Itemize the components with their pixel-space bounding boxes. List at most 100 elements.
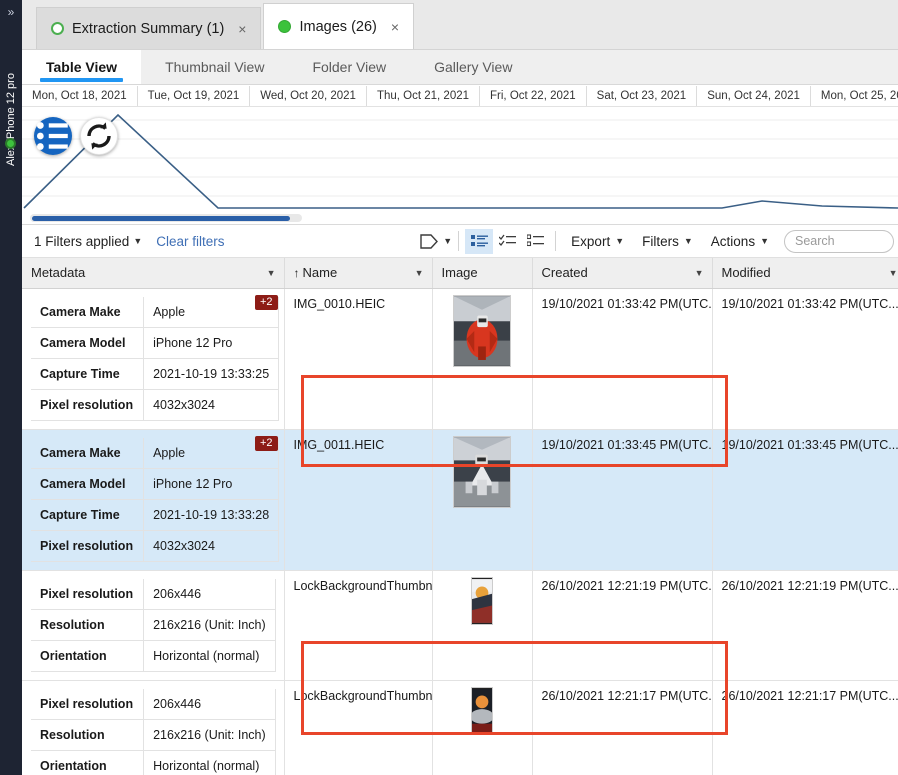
close-icon[interactable]: × [238,21,246,37]
list-compact-glyph [526,233,544,246]
table-body: Camera Make Apple Camera Model iPhone 12 P… [22,288,898,775]
chart-line-series [23,113,898,209]
refresh-button[interactable] [80,117,118,155]
tab-label: Thumbnail View [165,59,265,75]
cell-created: 19/10/2021 01:33:42 PM(UTC... [532,288,713,430]
date-tick: Sun, Oct 24, 2021 [697,85,811,106]
column-header-modified[interactable]: Modified ▼ [712,258,898,289]
metadata-more-badge[interactable]: +2 [254,294,278,310]
cell-image[interactable] [432,680,533,775]
chevron-down-icon: ▼ [133,236,143,246]
column-label: Image [441,265,478,281]
filters-applied-dropdown[interactable]: 1 Filters applied ▼ [34,234,142,249]
column-label: Name [302,265,338,281]
table-row[interactable]: Camera Make Apple Camera Model iPhone 12 P… [22,288,898,430]
chevron-down-icon[interactable]: ▼ [889,268,898,278]
list-view-button[interactable] [34,117,72,155]
window-tabbar: Extraction Summary (1) × Images (26) × [22,0,898,50]
metadata-value: 206x446 [143,578,276,610]
metadata-key: Orientation [31,750,145,775]
table-row[interactable]: Pixel resolution 206x446 Resolution 216x21… [22,570,898,681]
cell-name: LockBackgroundThumbn... [284,570,433,681]
status-dot-icon [51,22,64,35]
filters-menu-button[interactable]: Filters ▼ [633,234,702,249]
close-icon[interactable]: × [391,19,399,35]
cell-modified: 19/10/2021 01:33:45 PM(UTC... [712,429,898,571]
chevron-down-icon: ▼ [615,236,625,246]
date-tick: Fri, Oct 22, 2021 [480,85,587,106]
column-header-metadata[interactable]: Metadata ▼ [22,258,285,289]
filters-label: Filters [642,233,679,249]
cell-name: LockBackgroundThumbn... [284,680,433,775]
chevron-down-icon[interactable]: ▼ [267,268,276,278]
list-check-view-icon[interactable] [493,229,521,254]
timeline-horizontal-scrollbar[interactable] [30,214,302,222]
tab-images[interactable]: Images (26) × [263,3,415,49]
toolbar-divider [555,231,557,251]
metadata-key: Orientation [31,640,145,672]
metadata-key: Pixel resolution [31,688,145,720]
actions-menu-button[interactable]: Actions ▼ [702,234,778,249]
search-box[interactable] [784,229,894,253]
tab-label: Extraction Summary (1) [72,20,225,37]
column-header-name[interactable]: ↑ Name ▼ [284,258,433,289]
metadata-value: 206x446 [143,688,276,720]
date-tick: Wed, Oct 20, 2021 [250,85,367,106]
chevron-down-icon[interactable]: ▼ [695,268,704,278]
metadata-key: Camera Model [31,327,145,359]
thumbnail-wallpaper-a [471,576,493,625]
table-row[interactable]: Camera Make Apple Camera Model iPhone 12 P… [22,429,898,571]
cell-created: 19/10/2021 01:33:45 PM(UTC... [532,429,713,571]
tab-gallery-view[interactable]: Gallery View [410,50,536,84]
tab-table-view[interactable]: Table View [22,50,142,84]
cell-created: 26/10/2021 12:21:17 PM(UTC... [532,680,713,775]
cell-created: 26/10/2021 12:21:19 PM(UTC... [532,570,713,681]
status-dot-icon [278,20,292,33]
list-detail-view-icon[interactable] [465,228,494,254]
date-tick: Thu, Oct 21, 2021 [367,85,481,106]
main-panel: Extraction Summary (1) × Images (26) × T… [22,0,898,775]
tab-folder-view[interactable]: Folder View [288,50,410,84]
metadata-key: Resolution [31,719,145,751]
tab-thumbnail-view[interactable]: Thumbnail View [141,50,288,84]
metadata-more-badge[interactable]: +2 [254,435,278,451]
tag-icon[interactable] [415,229,443,254]
actions-label: Actions [710,233,756,249]
sort-ascending-icon: ↑ [293,266,300,281]
chevron-down-icon: ▼ [760,236,769,246]
timeline-date-ruler: Mon, Oct 18, 2021 Tue, Oct 19, 2021 Wed,… [22,85,898,107]
chevron-down-icon: ▼ [683,236,693,246]
tag-glyph [420,233,438,249]
metadata-value: 216x216 (Unit: Inch) [143,719,276,751]
timeline-chart[interactable] [22,107,898,225]
cell-modified: 19/10/2021 01:33:42 PM(UTC... [712,288,898,430]
tab-label: Table View [46,59,118,75]
chevron-down-icon[interactable]: ▼ [415,268,424,278]
tab-extraction-summary[interactable]: Extraction Summary (1) × [36,7,262,49]
table-toolbar: 1 Filters applied ▼ Clear filters ▼ Expo… [22,225,898,258]
cell-image[interactable] [432,288,533,430]
export-menu-button[interactable]: Export ▼ [562,234,633,249]
cell-name: IMG_0011.HEIC [284,429,433,571]
metadata-value: 216x216 (Unit: Inch) [143,609,276,641]
table-row[interactable]: Pixel resolution 206x446 Resolution 216x21… [22,680,898,775]
view-tabbar: Table View Thumbnail View Folder View Ga… [22,50,898,85]
metadata-value: 2021-10-19 13:33:25 [143,358,280,390]
filters-applied-label: 1 Filters applied [34,233,130,249]
tab-label: Folder View [312,59,387,75]
search-input[interactable] [795,234,883,248]
clear-filters-link[interactable]: Clear filters [156,234,224,249]
metadata-key: Resolution [31,609,145,641]
column-header-created[interactable]: Created ▼ [532,258,713,289]
date-tick: Sat, Oct 23, 2021 [587,85,698,106]
chevron-down-icon[interactable]: ▼ [443,236,452,246]
date-tick: Mon, Oct 25, 2021 [811,86,898,106]
chevron-double-right-icon[interactable]: » [0,2,22,22]
cell-image[interactable] [432,570,533,681]
metadata-key: Pixel resolution [31,389,145,421]
cell-image[interactable] [432,429,533,571]
list-compact-view-icon[interactable] [521,229,549,254]
metadata-key: Pixel resolution [31,578,145,610]
column-header-image[interactable]: Image [432,258,533,289]
tab-label: Gallery View [434,59,513,75]
